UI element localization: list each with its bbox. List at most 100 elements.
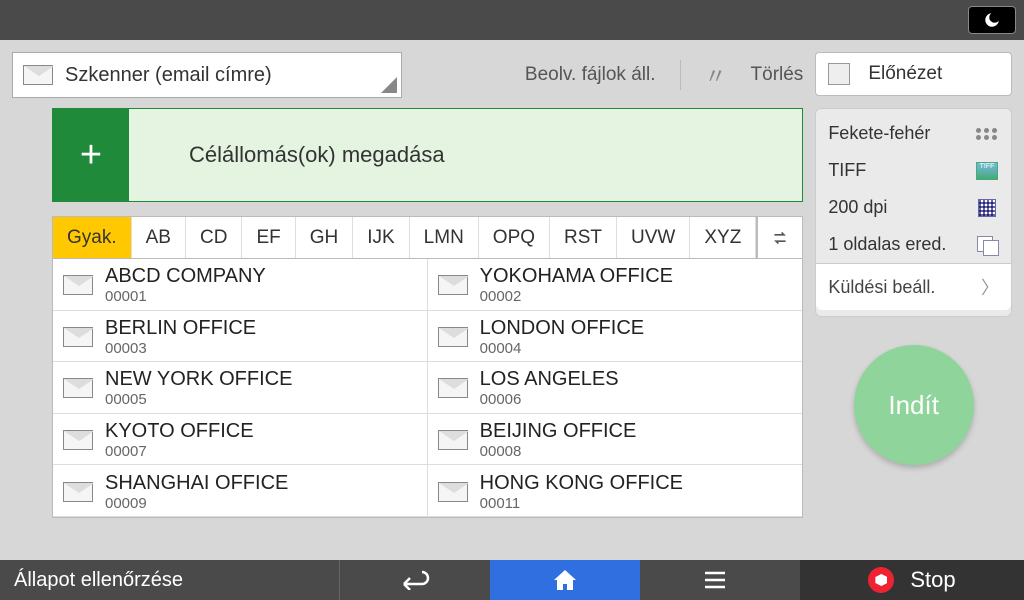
- menu-icon: [703, 571, 727, 589]
- tab-rst[interactable]: RST: [550, 217, 617, 258]
- spacer: [790, 560, 800, 600]
- address-item[interactable]: ABCD COMPANY00001: [53, 259, 428, 311]
- scan-mode-label: Szkenner (email címre): [65, 64, 272, 87]
- address-number: 00005: [105, 391, 292, 408]
- original-sides-button[interactable]: 1 oldalas ered.: [816, 226, 1011, 263]
- tab-cd[interactable]: CD: [186, 217, 242, 258]
- address-number: 00004: [480, 340, 644, 357]
- menu-button[interactable]: [640, 560, 790, 600]
- home-button[interactable]: [490, 560, 640, 600]
- envelope-icon: [438, 327, 468, 347]
- add-destination-button[interactable]: +: [53, 109, 129, 201]
- scan-settings-panel: Fekete-fehér TIFF TIFF 200 dpi 1 oldalas…: [815, 108, 1012, 317]
- address-number: 00011: [480, 495, 683, 512]
- send-settings-label: Küldési beáll.: [828, 277, 935, 298]
- destination-field[interactable]: Célállomás(ok) megadása: [129, 109, 802, 201]
- address-list: ABCD COMPANY00001YOKOHAMA OFFICE00002BER…: [52, 258, 803, 518]
- address-name: LOS ANGELES: [480, 368, 619, 391]
- tab-lmn[interactable]: LMN: [410, 217, 479, 258]
- divider: [680, 60, 681, 90]
- envelope-icon: [438, 482, 468, 502]
- address-name: BERLIN OFFICE: [105, 317, 256, 340]
- clear-icon: 〃: [705, 59, 727, 91]
- address-name: KYOTO OFFICE: [105, 420, 254, 443]
- tab-switch-view-button[interactable]: [756, 217, 802, 258]
- tab-uvw[interactable]: UVW: [617, 217, 690, 258]
- stop-label: Stop: [910, 567, 955, 593]
- check-status-button[interactable]: Állapot ellenőrzése: [0, 560, 340, 600]
- tab-ef[interactable]: EF: [242, 217, 295, 258]
- color-dots-icon: [975, 124, 999, 144]
- plus-icon: +: [80, 134, 102, 177]
- color-mode-value: Fekete-fehér: [828, 123, 930, 144]
- system-top-bar: [0, 0, 1024, 40]
- start-label: Indít: [888, 390, 939, 421]
- resolution-icon: [975, 198, 999, 218]
- night-mode-button[interactable]: [968, 6, 1016, 34]
- address-number: 00009: [105, 495, 288, 512]
- address-name: NEW YORK OFFICE: [105, 368, 292, 391]
- address-item[interactable]: NEW YORK OFFICE00005: [53, 362, 428, 414]
- address-name: HONG KONG OFFICE: [480, 472, 683, 495]
- tab-ijk[interactable]: IJK: [353, 217, 409, 258]
- swap-icon: [772, 229, 788, 247]
- address-number: 00008: [480, 443, 637, 460]
- start-button[interactable]: Indít: [854, 345, 974, 465]
- envelope-icon: [63, 275, 93, 295]
- address-tabs: Gyak.ABCDEFGHIJKLMNOPQRSTUVWXYZ: [52, 216, 803, 258]
- resolution-button[interactable]: 200 dpi: [816, 189, 1011, 226]
- preview-toggle[interactable]: Előnézet: [815, 52, 1012, 96]
- back-arrow-icon: [400, 570, 430, 590]
- resolution-value: 200 dpi: [828, 197, 887, 218]
- color-mode-button[interactable]: Fekete-fehér: [816, 115, 1011, 152]
- address-item[interactable]: BEIJING OFFICE00008: [428, 414, 803, 466]
- address-item[interactable]: LOS ANGELES00006: [428, 362, 803, 414]
- file-format-button[interactable]: TIFF TIFF: [816, 152, 1011, 189]
- clear-button[interactable]: Törlés: [751, 64, 804, 86]
- address-item[interactable]: LONDON OFFICE00004: [428, 311, 803, 363]
- tab-gh[interactable]: GH: [296, 217, 354, 258]
- address-number: 00006: [480, 391, 619, 408]
- chevron-right-icon: 〉: [981, 274, 999, 300]
- tab-ab[interactable]: AB: [132, 217, 186, 258]
- address-name: YOKOHAMA OFFICE: [480, 265, 673, 288]
- address-number: 00001: [105, 288, 266, 305]
- address-name: SHANGHAI OFFICE: [105, 472, 288, 495]
- tab-xyz[interactable]: XYZ: [690, 217, 756, 258]
- address-name: ABCD COMPANY: [105, 265, 266, 288]
- destination-placeholder: Célállomás(ok) megadása: [189, 142, 445, 168]
- tiff-icon: TIFF: [975, 161, 999, 181]
- scanned-files-status-button[interactable]: Beolv. fájlok áll.: [525, 64, 656, 86]
- address-name: LONDON OFFICE: [480, 317, 644, 340]
- address-item[interactable]: YOKOHAMA OFFICE00002: [428, 259, 803, 311]
- scan-mode-selector[interactable]: Szkenner (email címre): [12, 52, 402, 98]
- address-name: BEIJING OFFICE: [480, 420, 637, 443]
- tab-gyak[interactable]: Gyak.: [53, 217, 132, 258]
- envelope-icon: [63, 482, 93, 502]
- pages-icon: [975, 235, 999, 255]
- original-sides-value: 1 oldalas ered.: [828, 234, 946, 255]
- envelope-icon: [63, 327, 93, 347]
- moon-icon: [983, 11, 1001, 29]
- preview-checkbox[interactable]: [828, 63, 850, 85]
- home-icon: [552, 568, 578, 592]
- tab-opq[interactable]: OPQ: [479, 217, 550, 258]
- preview-label: Előnézet: [868, 63, 942, 85]
- address-item[interactable]: SHANGHAI OFFICE00009: [53, 465, 428, 517]
- address-item[interactable]: BERLIN OFFICE00003: [53, 311, 428, 363]
- address-number: 00007: [105, 443, 254, 460]
- destination-bar: + Célállomás(ok) megadása: [52, 108, 803, 202]
- check-status-label: Állapot ellenőrzése: [14, 569, 183, 592]
- stop-button[interactable]: Stop: [800, 560, 1024, 600]
- stop-icon: [868, 567, 894, 593]
- envelope-icon: [63, 378, 93, 398]
- envelope-icon: [23, 65, 53, 85]
- back-button[interactable]: [340, 560, 490, 600]
- envelope-icon: [438, 275, 468, 295]
- envelope-icon: [438, 378, 468, 398]
- envelope-icon: [438, 430, 468, 450]
- address-item[interactable]: KYOTO OFFICE00007: [53, 414, 428, 466]
- address-item[interactable]: HONG KONG OFFICE00011: [428, 465, 803, 517]
- system-bottom-bar: Állapot ellenőrzése Stop: [0, 560, 1024, 600]
- send-settings-button[interactable]: Küldési beáll. 〉: [816, 263, 1011, 310]
